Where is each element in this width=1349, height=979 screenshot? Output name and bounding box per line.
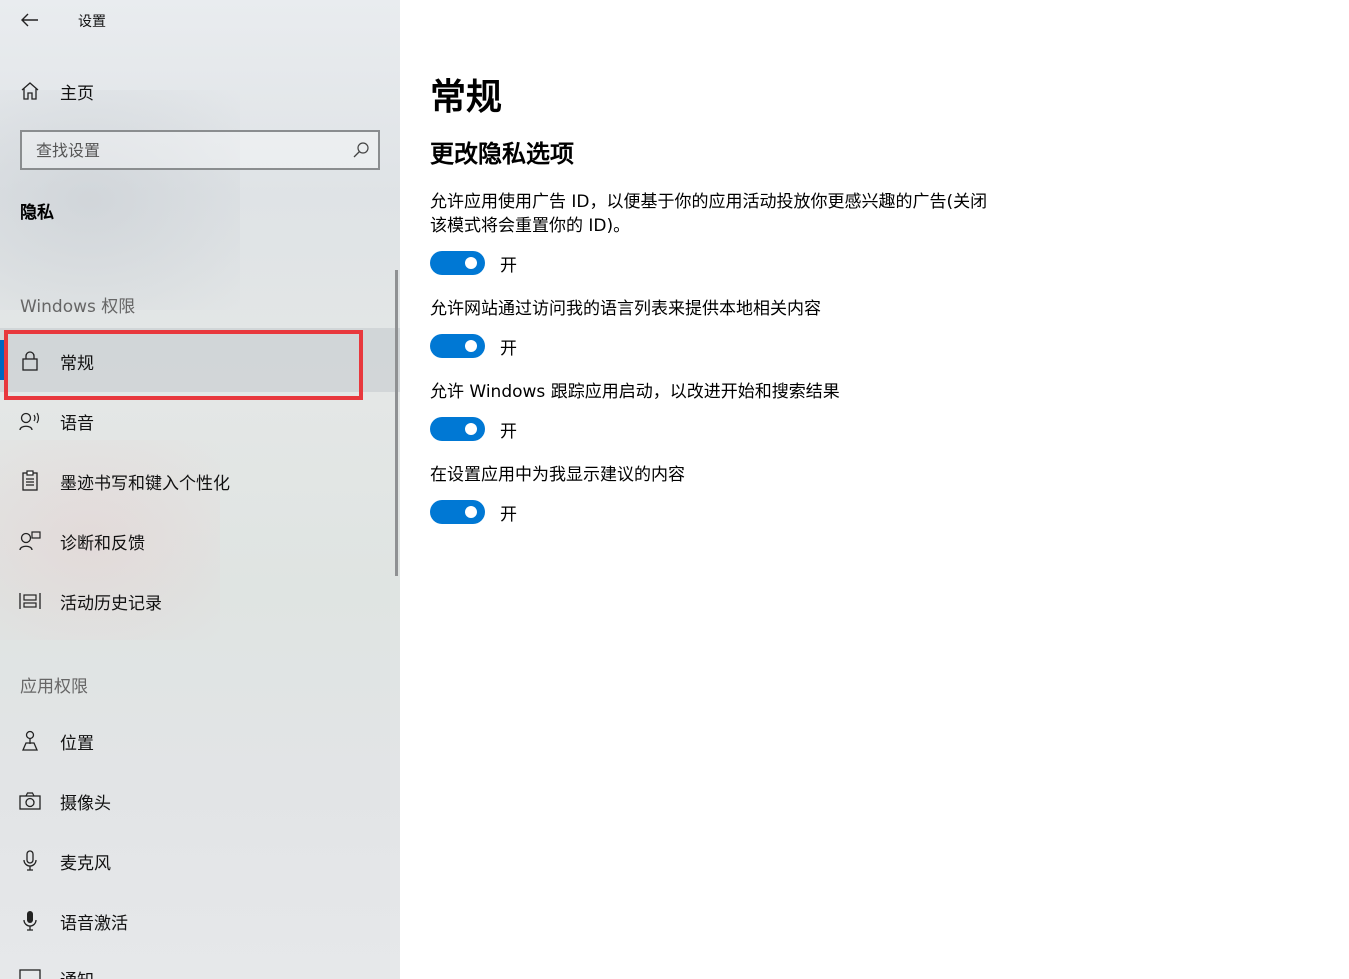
timeline-icon xyxy=(19,590,41,612)
sidebar-item-label: 诊断和反馈 xyxy=(60,533,145,554)
sidebar-item-activity-history[interactable]: 活动历史记录 xyxy=(0,573,400,629)
language-list-toggle[interactable] xyxy=(430,334,485,358)
setting-description: 在设置应用中为我显示建议的内容 xyxy=(430,465,685,485)
toggle-knob xyxy=(465,340,477,352)
toggle-row: 开 xyxy=(430,333,990,359)
section-subtitle: 更改隐私选项 xyxy=(430,140,574,168)
sidebar-item-label: 主页 xyxy=(60,83,94,104)
toggle-knob xyxy=(465,506,477,518)
speech-icon xyxy=(19,410,41,432)
home-icon xyxy=(19,80,41,102)
title-bar: 设置 xyxy=(0,0,400,40)
suggested-content-toggle[interactable] xyxy=(430,500,485,524)
sidebar-item-inking[interactable]: 墨迹书写和键入个性化 xyxy=(0,453,400,509)
voice-activation-icon xyxy=(19,910,41,932)
location-icon xyxy=(19,730,41,752)
group-heading-windows: Windows 权限 xyxy=(20,297,136,317)
setting-description: 允许网站通过访问我的语言列表来提供本地相关内容 xyxy=(430,299,821,319)
sidebar-item-label: 麦克风 xyxy=(60,853,111,874)
setting-description: 允许 Windows 跟踪应用启动，以改进开始和搜索结果 xyxy=(430,382,840,402)
sidebar-item-label: 位置 xyxy=(60,733,94,754)
toggle-row: 开 xyxy=(430,499,990,525)
toggle-state-label: 开 xyxy=(500,421,517,442)
sidebar-item-speech[interactable]: 语音 xyxy=(0,393,400,449)
sidebar-item-label: 活动历史记录 xyxy=(60,593,162,614)
search-icon[interactable] xyxy=(352,141,370,159)
sidebar-item-microphone[interactable]: 麦克风 xyxy=(0,833,400,889)
setting-app-launch-tracking: 允许 Windows 跟踪应用启动，以改进开始和搜索结果 开 xyxy=(430,380,990,442)
sidebar-scrollbar[interactable] xyxy=(395,270,398,576)
sidebar-item-label: 墨迹书写和键入个性化 xyxy=(60,473,230,494)
back-arrow-icon xyxy=(21,13,38,27)
microphone-icon xyxy=(19,850,41,872)
advertising-id-toggle[interactable] xyxy=(430,251,485,275)
app-title: 设置 xyxy=(78,14,106,30)
sidebar-item-label: 摄像头 xyxy=(60,793,111,814)
sidebar-item-voice-activation[interactable]: 语音激活 xyxy=(0,893,400,949)
main-content: 常规 更改隐私选项 允许应用使用广告 ID，以便基于你的应用活动投放你更感兴趣的… xyxy=(400,0,1349,979)
toggle-state-label: 开 xyxy=(500,504,517,525)
toggle-row: 开 xyxy=(430,416,990,442)
sidebar-item-notifications[interactable]: 通知 xyxy=(0,950,400,979)
notification-icon xyxy=(19,967,41,979)
page-title: 常规 xyxy=(430,77,503,118)
sidebar-item-label: 语音激活 xyxy=(60,913,128,934)
sidebar: 设置 主页 隐私 Windows 权限 常规 语音 墨迹书写和键入个性化 xyxy=(0,0,400,979)
annotation-highlight-box xyxy=(4,330,363,400)
feedback-icon xyxy=(19,530,41,552)
setting-advertising-id: 允许应用使用广告 ID，以便基于你的应用活动投放你更感兴趣的广告(关闭该模式将会… xyxy=(430,190,990,276)
sidebar-item-home[interactable]: 主页 xyxy=(0,63,400,119)
toggle-state-label: 开 xyxy=(500,338,517,359)
back-button[interactable] xyxy=(14,6,46,34)
toggle-row: 开 xyxy=(430,250,990,276)
search-input[interactable] xyxy=(22,132,342,168)
sidebar-item-label: 语音 xyxy=(60,413,94,434)
section-title-privacy: 隐私 xyxy=(20,203,54,223)
search-box[interactable] xyxy=(20,130,380,170)
toggle-knob xyxy=(465,423,477,435)
clipboard-icon xyxy=(19,470,41,492)
sidebar-item-camera[interactable]: 摄像头 xyxy=(0,773,400,829)
setting-description: 允许应用使用广告 ID，以便基于你的应用活动投放你更感兴趣的广告(关闭该模式将会… xyxy=(430,192,988,236)
setting-language-list: 允许网站通过访问我的语言列表来提供本地相关内容 开 xyxy=(430,297,990,359)
group-heading-app-permissions: 应用权限 xyxy=(20,677,88,697)
sidebar-item-location[interactable]: 位置 xyxy=(0,713,400,769)
camera-icon xyxy=(19,790,41,812)
toggle-knob xyxy=(465,257,477,269)
app-launch-tracking-toggle[interactable] xyxy=(430,417,485,441)
sidebar-item-label: 通知 xyxy=(60,966,94,979)
sidebar-item-diagnostics[interactable]: 诊断和反馈 xyxy=(0,513,400,569)
setting-suggested-content: 在设置应用中为我显示建议的内容 开 xyxy=(430,463,990,525)
toggle-state-label: 开 xyxy=(500,255,517,276)
